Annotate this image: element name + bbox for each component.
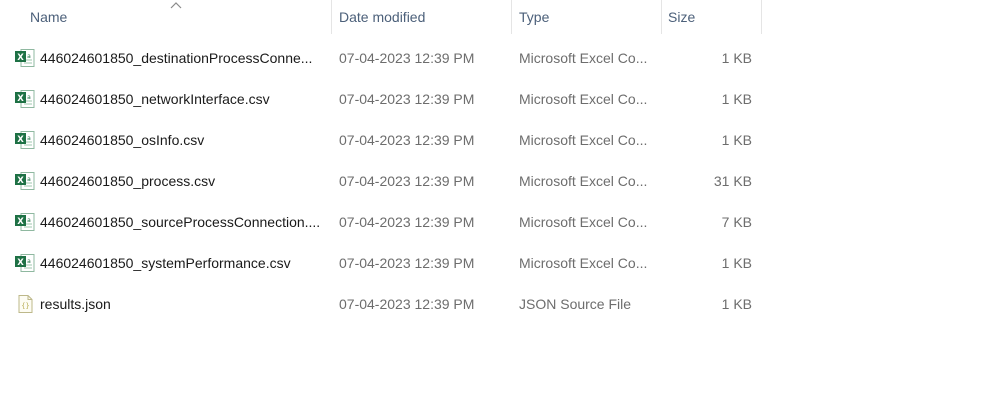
file-row[interactable]: X a 446024601850_destinationProcessConne… (0, 38, 762, 79)
svg-text:X: X (17, 176, 24, 186)
file-row[interactable]: X a 446024601850_osInfo.csv 07-04-2023 12… (0, 120, 762, 161)
file-name: 446024601850_networkInterface.csv (40, 91, 270, 107)
file-size: 1 KB (721, 255, 752, 271)
svg-text:{}: {} (21, 302, 29, 310)
file-type: Microsoft Excel Co... (519, 50, 648, 66)
file-date-modified: 07-04-2023 12:39 PM (339, 296, 475, 312)
file-size: 1 KB (721, 296, 752, 312)
file-size: 1 KB (721, 91, 752, 107)
svg-text:X: X (17, 135, 24, 145)
file-type: Microsoft Excel Co... (519, 91, 648, 107)
svg-text:a: a (27, 94, 31, 101)
file-row[interactable]: X a 446024601850_systemPerformance.csv 07… (0, 243, 762, 284)
chevron-up-icon (170, 2, 182, 9)
column-divider[interactable] (661, 0, 662, 34)
svg-text:a: a (27, 176, 31, 183)
column-header-name-label: Name (30, 9, 68, 25)
excel-icon: X a (14, 253, 36, 273)
svg-text:X: X (17, 94, 24, 104)
file-name: 446024601850_systemPerformance.csv (40, 255, 291, 271)
column-header-size[interactable]: Size (668, 0, 760, 34)
column-divider[interactable] (331, 0, 332, 34)
file-size: 31 KB (713, 173, 752, 189)
file-name: 446024601850_process.csv (40, 173, 216, 189)
file-type: Microsoft Excel Co... (519, 132, 648, 148)
file-size: 7 KB (721, 214, 752, 230)
file-name: 446024601850_destinationProcessConne... (40, 50, 313, 66)
file-date-modified: 07-04-2023 12:39 PM (339, 50, 475, 66)
file-row[interactable]: X a 446024601850_networkInterface.csv 07-… (0, 79, 762, 120)
column-divider[interactable] (511, 0, 512, 34)
file-type: Microsoft Excel Co... (519, 173, 648, 189)
file-date-modified: 07-04-2023 12:39 PM (339, 255, 475, 271)
excel-icon: X a (14, 48, 36, 68)
file-date-modified: 07-04-2023 12:39 PM (339, 214, 475, 230)
svg-text:X: X (17, 53, 24, 63)
svg-text:a: a (27, 258, 31, 265)
file-date-modified: 07-04-2023 12:39 PM (339, 132, 475, 148)
column-header-date-label: Date modified (339, 9, 426, 25)
svg-text:a: a (27, 135, 31, 142)
column-header-size-label: Size (668, 9, 696, 25)
json-icon: {} (14, 294, 36, 314)
column-header-type[interactable]: Type (519, 0, 659, 34)
file-list: X a 446024601850_destinationProcessConne… (0, 38, 983, 325)
file-explorer-details-view: Name Date modified Type Size X a 4460246… (0, 0, 983, 404)
excel-icon: X a (14, 171, 36, 191)
excel-icon: X a (14, 89, 36, 109)
file-row[interactable]: {} results.json 07-04-2023 12:39 PM JSON S… (0, 284, 762, 325)
file-type: JSON Source File (519, 296, 632, 312)
column-header-type-label: Type (519, 9, 550, 25)
file-row[interactable]: X a 446024601850_process.csv 07-04-2023 1… (0, 161, 762, 202)
svg-text:a: a (27, 53, 31, 60)
excel-icon: X a (14, 212, 36, 232)
file-date-modified: 07-04-2023 12:39 PM (339, 91, 475, 107)
excel-icon: X a (14, 130, 36, 150)
column-header-bar: Name Date modified Type Size (0, 0, 762, 34)
svg-text:X: X (17, 217, 24, 227)
column-divider[interactable] (761, 0, 762, 34)
file-name: 446024601850_osInfo.csv (40, 132, 205, 148)
file-name: results.json (40, 296, 111, 312)
column-header-date-modified[interactable]: Date modified (339, 0, 509, 34)
file-size: 1 KB (721, 50, 752, 66)
file-size: 1 KB (721, 132, 752, 148)
file-date-modified: 07-04-2023 12:39 PM (339, 173, 475, 189)
file-row[interactable]: X a 446024601850_sourceProcessConnection… (0, 202, 762, 243)
file-type: Microsoft Excel Co... (519, 214, 648, 230)
svg-text:a: a (27, 217, 31, 224)
svg-text:X: X (17, 258, 24, 268)
file-type: Microsoft Excel Co... (519, 255, 648, 271)
file-name: 446024601850_sourceProcessConnection.... (40, 214, 321, 230)
